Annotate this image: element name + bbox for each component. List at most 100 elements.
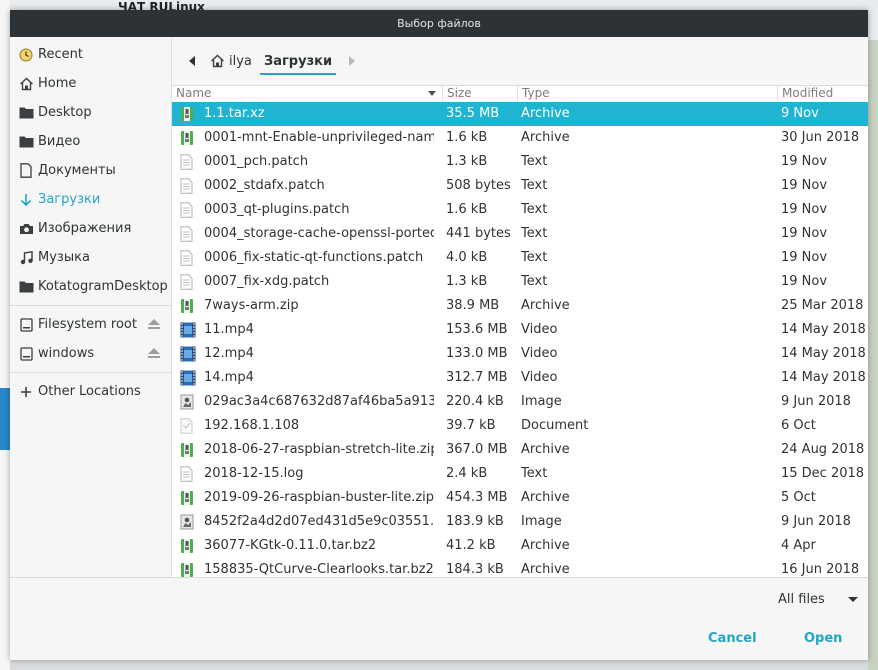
file-modified: 19 Nov [781,202,828,217]
file-row[interactable]: 14.mp4 312.7 MB Video 14 May 2018 [172,366,868,390]
text-icon [180,154,196,170]
file-size: 312.7 MB [446,370,508,385]
sidebar-item-label: KotatogramDesktop [38,279,168,294]
file-name: 11.mp4 [204,322,254,337]
path-back-icon[interactable] [184,53,200,69]
sidebar-item-pictures[interactable]: Изображения [10,214,171,243]
file-name: 14.mp4 [204,370,254,385]
file-row[interactable]: 7ways-arm.zip 38.9 MB Archive 25 Mar 2018 [172,294,868,318]
file-row[interactable]: 0001_pch.patch 1.3 kB Text 19 Nov [172,150,868,174]
file-size: 1.3 kB [446,154,488,169]
file-row[interactable]: 11.mp4 153.6 MB Video 14 May 2018 [172,318,868,342]
sidebar-item-label: Home [38,76,77,91]
file-size: 133.0 MB [446,346,508,361]
file-type: Archive [521,106,570,121]
file-modified: 9 Jun 2018 [781,394,851,409]
sidebar-item-downloads[interactable]: Загрузки [10,185,171,214]
file-row[interactable]: 0006_fix-static-qt-functions.patch 4.0 kB… [172,246,868,270]
file-size: 1.6 kB [446,130,488,145]
archive-icon [180,106,196,122]
sidebar-item-label: Desktop [38,105,92,120]
sidebar-item-label: Filesystem root [38,317,137,332]
file-size: 38.9 MB [446,298,500,313]
column-headers: Name Size Type Modified [172,86,868,102]
dialog-title: Выбор файлов [397,17,481,30]
file-row[interactable]: 0001-mnt-Enable-unprivileged-names… 1.6 k… [172,126,868,150]
file-name: 8452f2a4d2d07ed431d5e9c03551… [204,514,434,529]
column-header-type[interactable]: Type [517,86,777,102]
drive-icon [18,346,34,362]
file-modified: 4 Apr [781,538,816,553]
sidebar-item-recent[interactable]: Recent [10,40,171,69]
file-row[interactable]: 2018-12-15.log 2.4 kB Text 15 Dec 2018 [172,462,868,486]
file-row[interactable]: 192.168.1.108 39.7 kB Document 6 Oct [172,414,868,438]
sidebar-item-label: Изображения [38,221,132,236]
file-size: 1.3 kB [446,274,488,289]
sidebar-item-label: Музыка [38,250,90,265]
file-row[interactable]: 8452f2a4d2d07ed431d5e9c03551… 183.9 kB Ima… [172,510,868,534]
archive-icon [180,538,196,554]
file-type: Text [521,226,548,241]
sidebar-item-documents[interactable]: Документы [10,156,171,185]
path-button-current[interactable]: Загрузки [260,49,337,75]
sidebar-item-desktop[interactable]: Desktop [10,98,171,127]
sidebar-item-filesystem-root[interactable]: Filesystem root [10,310,171,339]
file-size: 153.6 MB [446,322,508,337]
file-name: 12.mp4 [204,346,254,361]
file-row[interactable]: 0004_storage-cache-openssl-ported-… 441 b… [172,222,868,246]
file-row[interactable]: 2018-06-27-raspbian-stretch-lite.zip 367.… [172,438,868,462]
file-modified: 5 Oct [781,490,816,505]
file-type-filter[interactable]: All files [768,586,868,612]
column-header-modified[interactable]: Modified [777,86,868,102]
cancel-button[interactable]: Cancel [708,629,757,649]
home-icon [210,54,225,68]
sidebar-item-other-locations[interactable]: Other Locations [10,377,171,406]
file-row[interactable]: 0002_stdafx.patch 508 bytes Text 19 Nov [172,174,868,198]
sidebar-item-label: Recent [38,47,83,62]
file-row[interactable]: 36077-KGtk-0.11.0.tar.bz2 41.2 kB Archive 4… [172,534,868,558]
file-name: 0003_qt-plugins.patch [204,202,350,217]
file-type: Archive [521,490,570,505]
file-modified: 19 Nov [781,274,828,289]
column-header-name[interactable]: Name [172,86,442,102]
file-row[interactable]: 158835-QtCurve-Clearlooks.tar.bz2 184.3 k… [172,558,868,577]
file-type: Text [521,154,548,169]
column-header-size[interactable]: Size [442,86,517,102]
file-type: Archive [521,562,570,577]
open-button[interactable]: Open [804,629,842,649]
sidebar-item-video[interactable]: Видео [10,127,171,156]
path-forward-icon[interactable] [344,53,360,69]
sidebar-item-home[interactable]: Home [10,69,171,98]
file-row[interactable]: 2019-09-26-raspbian-buster-lite.zip 454.3… [172,486,868,510]
sidebar-separator [10,305,171,306]
folder-icon [18,134,34,150]
file-modified: 19 Nov [781,226,828,241]
eject-icon[interactable] [147,318,161,332]
text-icon [180,250,196,266]
background-blue-block [0,388,10,450]
chevron-down-icon [848,597,858,602]
document-icon [18,163,34,179]
background-right-strip [868,40,878,670]
file-list[interactable]: Name Size Type Modified 1.1.tar.xz 35.5 M… [172,86,868,577]
dialog-titlebar[interactable]: Выбор файлов [10,10,868,37]
file-size: 220.4 kB [446,394,504,409]
file-size: 184.3 kB [446,562,504,577]
eject-icon[interactable] [147,347,161,361]
path-button-home[interactable]: ilya [210,49,252,73]
sidebar-item-windows[interactable]: windows [10,339,171,368]
sidebar-item-kotatogramdesktop[interactable]: KotatogramDesktop [10,272,171,301]
file-modified: 14 May 2018 [781,322,866,337]
file-row[interactable]: 029ac3a4c687632d87af46ba5a913… 220.4 kB Im… [172,390,868,414]
file-name: 2018-06-27-raspbian-stretch-lite.zip [204,442,434,457]
file-row[interactable]: 0003_qt-plugins.patch 1.6 kB Text 19 Nov [172,198,868,222]
file-name: 158835-QtCurve-Clearlooks.tar.bz2 [204,562,434,577]
plus-icon [18,384,34,400]
file-size: 1.6 kB [446,202,488,217]
file-row[interactable]: 1.1.tar.xz 35.5 MB Archive 9 Nov [172,102,868,126]
file-type: Image [521,514,562,529]
file-row[interactable]: 0007_fix-xdg.patch 1.3 kB Text 19 Nov [172,270,868,294]
file-size: 441 bytes [446,226,511,241]
file-row[interactable]: 12.mp4 133.0 MB Video 14 May 2018 [172,342,868,366]
sidebar-item-music[interactable]: Музыка [10,243,171,272]
